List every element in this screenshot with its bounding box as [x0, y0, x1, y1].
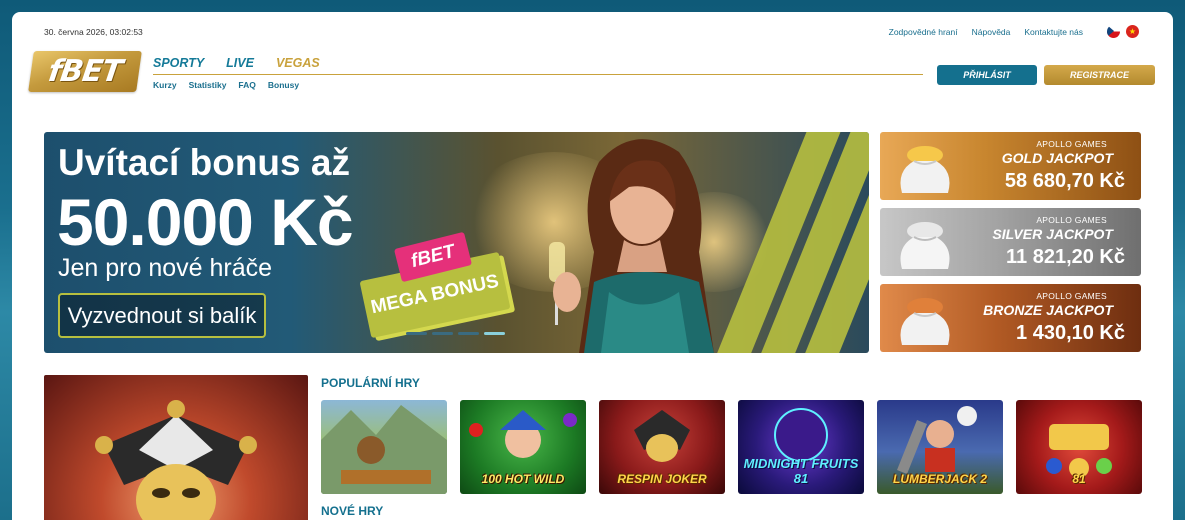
- help-link[interactable]: Nápověda: [972, 27, 1011, 37]
- logo-text: fBET: [46, 54, 124, 89]
- sub-nav: Kurzy Statistiky FAQ Bonusy: [153, 80, 299, 90]
- nav-divider: [153, 74, 923, 75]
- carousel-dot[interactable]: [458, 332, 479, 335]
- carousel-dots: [406, 332, 505, 335]
- popular-games-row: 100 HOT WILD RESPIN JOKER MIDNIGHT FRUIT…: [321, 400, 1142, 494]
- subnav-bonusy[interactable]: Bonusy: [268, 80, 299, 90]
- game-title: 81: [1072, 472, 1086, 486]
- register-button[interactable]: REGISTRACE: [1044, 65, 1155, 85]
- money-bag-icon: [900, 146, 950, 193]
- game-tile[interactable]: 100 HOT WILD: [460, 400, 586, 494]
- contact-link[interactable]: Kontaktujte nás: [1024, 27, 1083, 37]
- jackpot-name: SILVER JACKPOT: [992, 226, 1113, 242]
- jackpot-amount: 1 430,10 Kč: [1016, 322, 1125, 344]
- game-tile[interactable]: MIDNIGHT FRUITS 81: [738, 400, 864, 494]
- featured-game-tile[interactable]: [44, 375, 308, 520]
- datetime: 30. června 2026, 03:02:53: [44, 27, 143, 37]
- game-tile[interactable]: RESPIN JOKER: [599, 400, 725, 494]
- game-title: MIDNIGHT FRUITS 81: [743, 456, 859, 486]
- game-tile[interactable]: 81: [1016, 400, 1142, 494]
- hero-banner[interactable]: Uvítací bonus až 50.000 Kč Jen pro nové …: [44, 132, 869, 353]
- logo[interactable]: fBET: [28, 51, 142, 92]
- game-tile[interactable]: [321, 400, 447, 494]
- language-selector: ★: [1107, 25, 1139, 38]
- jackpot-amount: 11 821,20 Kč: [1006, 246, 1125, 268]
- subnav-faq[interactable]: FAQ: [238, 80, 255, 90]
- gold-jackpot-card[interactable]: APOLLO GAMES GOLD JACKPOT 58 680,70 Kč: [880, 132, 1141, 200]
- jackpot-provider: APOLLO GAMES: [1036, 291, 1107, 301]
- nav-live[interactable]: LIVE: [226, 56, 254, 70]
- claim-bonus-button[interactable]: Vyzvednout si balík: [58, 293, 266, 338]
- silver-jackpot-card[interactable]: APOLLO GAMES SILVER JACKPOT 11 821,20 Kč: [880, 208, 1141, 276]
- game-title: 100 HOT WILD: [481, 472, 565, 486]
- carousel-dot-active[interactable]: [484, 332, 505, 335]
- vn-flag-icon[interactable]: ★: [1126, 25, 1139, 38]
- jester-image: [95, 400, 257, 520]
- nav-sporty[interactable]: SPORTY: [153, 56, 204, 70]
- carousel-dot[interactable]: [406, 332, 427, 335]
- jackpot-name: GOLD JACKPOT: [1001, 150, 1113, 166]
- nav-vegas[interactable]: VEGAS: [276, 56, 320, 70]
- game-title: LUMBERJACK 2: [892, 472, 987, 486]
- jackpot-provider: APOLLO GAMES: [1036, 215, 1107, 225]
- main-nav: SPORTY LIVE VEGAS: [153, 56, 320, 70]
- game-title: RESPIN JOKER: [617, 472, 707, 486]
- money-bag-icon: [900, 222, 950, 269]
- hostess-image: [549, 139, 714, 353]
- game-art: [321, 405, 447, 494]
- subnav-statistiky[interactable]: Statistiky: [189, 80, 227, 90]
- hero-title: Uvítací bonus až: [58, 142, 350, 183]
- jackpot-amount: 58 680,70 Kč: [1004, 170, 1125, 192]
- bronze-jackpot-card[interactable]: APOLLO GAMES BRONZE JACKPOT 1 430,10 Kč: [880, 284, 1141, 352]
- popular-games-title: POPULÁRNÍ HRY: [321, 376, 420, 390]
- money-bag-icon: [900, 298, 950, 345]
- carousel-dot[interactable]: [432, 332, 453, 335]
- hero-amount: 50.000 Kč: [57, 185, 354, 259]
- page: 30. června 2026, 03:02:53 Zodpovědné hra…: [12, 12, 1173, 520]
- jackpot-name: BRONZE JACKPOT: [983, 302, 1113, 318]
- cz-flag-icon[interactable]: [1107, 25, 1120, 38]
- game-tile[interactable]: LUMBERJACK 2: [877, 400, 1003, 494]
- top-links: Zodpovědné hraní Nápověda Kontaktujte ná…: [889, 27, 1083, 37]
- hero-subtitle: Jen pro nové hráče: [58, 254, 273, 282]
- login-button[interactable]: PŘIHLÁSIT: [937, 65, 1037, 85]
- new-games-title: NOVÉ HRY: [321, 504, 384, 518]
- subnav-kurzy[interactable]: Kurzy: [153, 80, 177, 90]
- responsible-gaming-link[interactable]: Zodpovědné hraní: [889, 27, 958, 37]
- jackpot-provider: APOLLO GAMES: [1036, 139, 1107, 149]
